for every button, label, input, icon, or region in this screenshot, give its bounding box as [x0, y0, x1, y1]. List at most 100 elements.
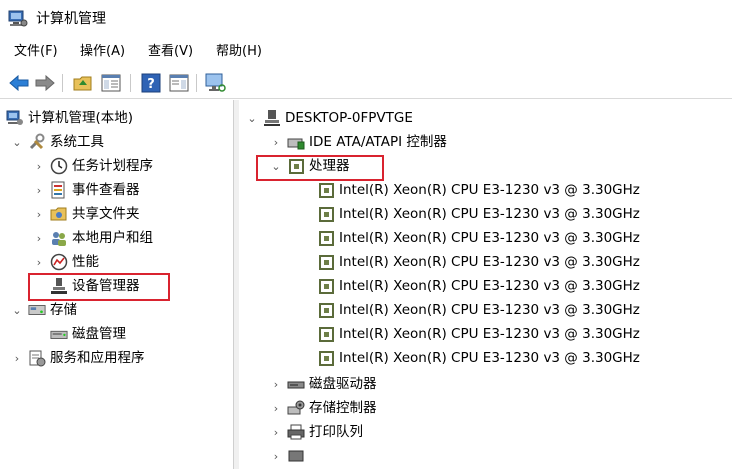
chevron-right-icon[interactable]: › — [269, 377, 283, 391]
chevron-down-icon[interactable]: ⌄ — [10, 303, 24, 317]
chevron-right-icon[interactable]: › — [32, 207, 46, 221]
processor-icon — [317, 205, 335, 223]
tree-label: 服务和应用程序 — [50, 350, 145, 366]
device-item-cpu[interactable]: Intel(R) Xeon(R) CPU E3-1230 v3 @ 3.30GH… — [313, 322, 640, 346]
device-category-storage-controllers[interactable]: › 存储控制器 — [269, 396, 377, 420]
processor-icon — [317, 301, 335, 319]
up-level-button[interactable] — [72, 72, 94, 94]
chevron-right-icon[interactable]: › — [269, 449, 283, 463]
show-hide-tree-button[interactable] — [100, 72, 122, 94]
scan-hardware-button[interactable] — [204, 72, 226, 94]
forward-button[interactable] — [34, 72, 56, 94]
device-item-cpu[interactable]: Intel(R) Xeon(R) CPU E3-1230 v3 @ 3.30GH… — [313, 298, 640, 322]
chevron-right-icon[interactable]: › — [32, 231, 46, 245]
device-category-partial[interactable]: › — [269, 444, 309, 468]
title-bar: 计算机管理 — [0, 0, 732, 38]
tree-label: 存储 — [50, 302, 77, 318]
device-item-cpu[interactable]: Intel(R) Xeon(R) CPU E3-1230 v3 @ 3.30GH… — [313, 226, 640, 250]
processor-icon — [317, 253, 335, 271]
toolbar: ? — [0, 66, 732, 99]
menu-help[interactable]: 帮助(H) — [216, 43, 262, 61]
device-item-cpu[interactable]: Intel(R) Xeon(R) CPU E3-1230 v3 @ 3.30GH… — [313, 346, 640, 370]
processor-icon — [317, 277, 335, 295]
device-icon — [287, 447, 305, 465]
printer-icon — [287, 423, 305, 441]
tree-label: Intel(R) Xeon(R) CPU E3-1230 v3 @ 3.30GH… — [339, 278, 640, 294]
tree-label: 任务计划程序 — [72, 158, 153, 174]
window-title: 计算机管理 — [36, 11, 106, 27]
processor-icon — [317, 325, 335, 343]
tree-node-local-users-groups[interactable]: › 本地用户和组 — [32, 226, 153, 250]
tree-node-performance[interactable]: › 性能 — [32, 250, 99, 274]
tree-label: 存储控制器 — [309, 400, 377, 416]
device-item-cpu[interactable]: Intel(R) Xeon(R) CPU E3-1230 v3 @ 3.30GH… — [313, 202, 640, 226]
folder-up-icon — [73, 76, 92, 91]
tree-label: 共享文件夹 — [72, 206, 140, 222]
chevron-right-icon[interactable]: › — [269, 135, 283, 149]
processor-icon — [317, 181, 335, 199]
tree-node-storage[interactable]: ⌄ 存储 — [10, 298, 77, 322]
tree-label: Intel(R) Xeon(R) CPU E3-1230 v3 @ 3.30GH… — [339, 302, 640, 318]
chevron-right-icon[interactable]: › — [32, 255, 46, 269]
back-arrow-icon — [9, 75, 29, 91]
tree-root-computer-management[interactable]: 计算机管理(本地) — [6, 106, 133, 130]
highlight-box-processors — [256, 155, 384, 181]
tree-node-event-viewer[interactable]: › 事件查看器 — [32, 178, 140, 202]
services-icon — [28, 349, 46, 367]
clock-icon — [50, 157, 68, 175]
console-tree-icon — [101, 74, 121, 92]
event-viewer-icon — [50, 181, 68, 199]
tree-label: 系统工具 — [50, 134, 104, 150]
device-item-cpu[interactable]: Intel(R) Xeon(R) CPU E3-1230 v3 @ 3.30GH… — [313, 250, 640, 274]
chevron-right-icon[interactable]: › — [269, 401, 283, 415]
ide-controller-icon — [287, 133, 305, 151]
chevron-right-icon[interactable]: › — [269, 425, 283, 439]
help-button[interactable]: ? — [140, 72, 162, 94]
disk-icon — [50, 325, 68, 343]
tree-label: IDE ATA/ATAPI 控制器 — [309, 134, 447, 150]
tree-node-disk-management[interactable]: 磁盘管理 — [32, 322, 126, 346]
svg-text:?: ? — [147, 77, 155, 92]
processor-icon — [317, 349, 335, 367]
forward-arrow-icon — [35, 75, 55, 91]
action-pane-icon — [169, 74, 189, 92]
show-action-pane-button[interactable] — [168, 72, 190, 94]
tree-label: 本地用户和组 — [72, 230, 153, 246]
highlight-box-device-manager — [28, 273, 170, 301]
chevron-down-icon[interactable]: ⌄ — [10, 135, 24, 149]
chevron-right-icon[interactable]: › — [32, 183, 46, 197]
computer-management-icon — [8, 10, 28, 27]
tree-node-task-scheduler[interactable]: › 任务计划程序 — [32, 154, 153, 178]
menu-view[interactable]: 查看(V) — [148, 43, 193, 61]
tree-node-services-applications[interactable]: › 服务和应用程序 — [10, 346, 145, 370]
tree-label: 计算机管理(本地) — [28, 110, 134, 126]
tree-label: Intel(R) Xeon(R) CPU E3-1230 v3 @ 3.30GH… — [339, 350, 640, 366]
device-tree-computer[interactable]: ⌄ DESKTOP-0FPVTGE — [245, 106, 413, 130]
tree-label: 磁盘管理 — [72, 326, 126, 342]
storage-icon — [28, 301, 46, 319]
toolbar-separator — [196, 74, 197, 92]
menu-action[interactable]: 操作(A) — [80, 43, 125, 61]
tree-label: DESKTOP-0FPVTGE — [285, 110, 413, 126]
tree-node-shared-folders[interactable]: › 共享文件夹 — [32, 202, 140, 226]
device-category-disk-drives[interactable]: › 磁盘驱动器 — [269, 372, 377, 396]
tree-node-system-tools[interactable]: ⌄ 系统工具 — [10, 130, 104, 154]
menu-file[interactable]: 文件(F) — [14, 43, 58, 61]
menu-bar: 文件(F) 操作(A) 查看(V) 帮助(H) — [0, 40, 732, 64]
device-category-print-queues[interactable]: › 打印队列 — [269, 420, 363, 444]
processor-icon — [317, 229, 335, 247]
chevron-right-icon[interactable]: › — [10, 351, 24, 365]
monitor-scan-icon — [205, 73, 226, 92]
tree-label: 磁盘驱动器 — [309, 376, 377, 392]
device-item-cpu[interactable]: Intel(R) Xeon(R) CPU E3-1230 v3 @ 3.30GH… — [313, 274, 640, 298]
chevron-down-icon[interactable]: ⌄ — [245, 111, 259, 125]
tree-label: Intel(R) Xeon(R) CPU E3-1230 v3 @ 3.30GH… — [339, 206, 640, 222]
computer-icon — [263, 109, 281, 127]
back-button[interactable] — [8, 72, 30, 94]
tree-label: Intel(R) Xeon(R) CPU E3-1230 v3 @ 3.30GH… — [339, 254, 640, 270]
chevron-right-icon[interactable]: › — [32, 159, 46, 173]
device-category-ide[interactable]: › IDE ATA/ATAPI 控制器 — [269, 130, 447, 154]
performance-icon — [50, 253, 68, 271]
device-item-cpu[interactable]: Intel(R) Xeon(R) CPU E3-1230 v3 @ 3.30GH… — [313, 178, 640, 202]
